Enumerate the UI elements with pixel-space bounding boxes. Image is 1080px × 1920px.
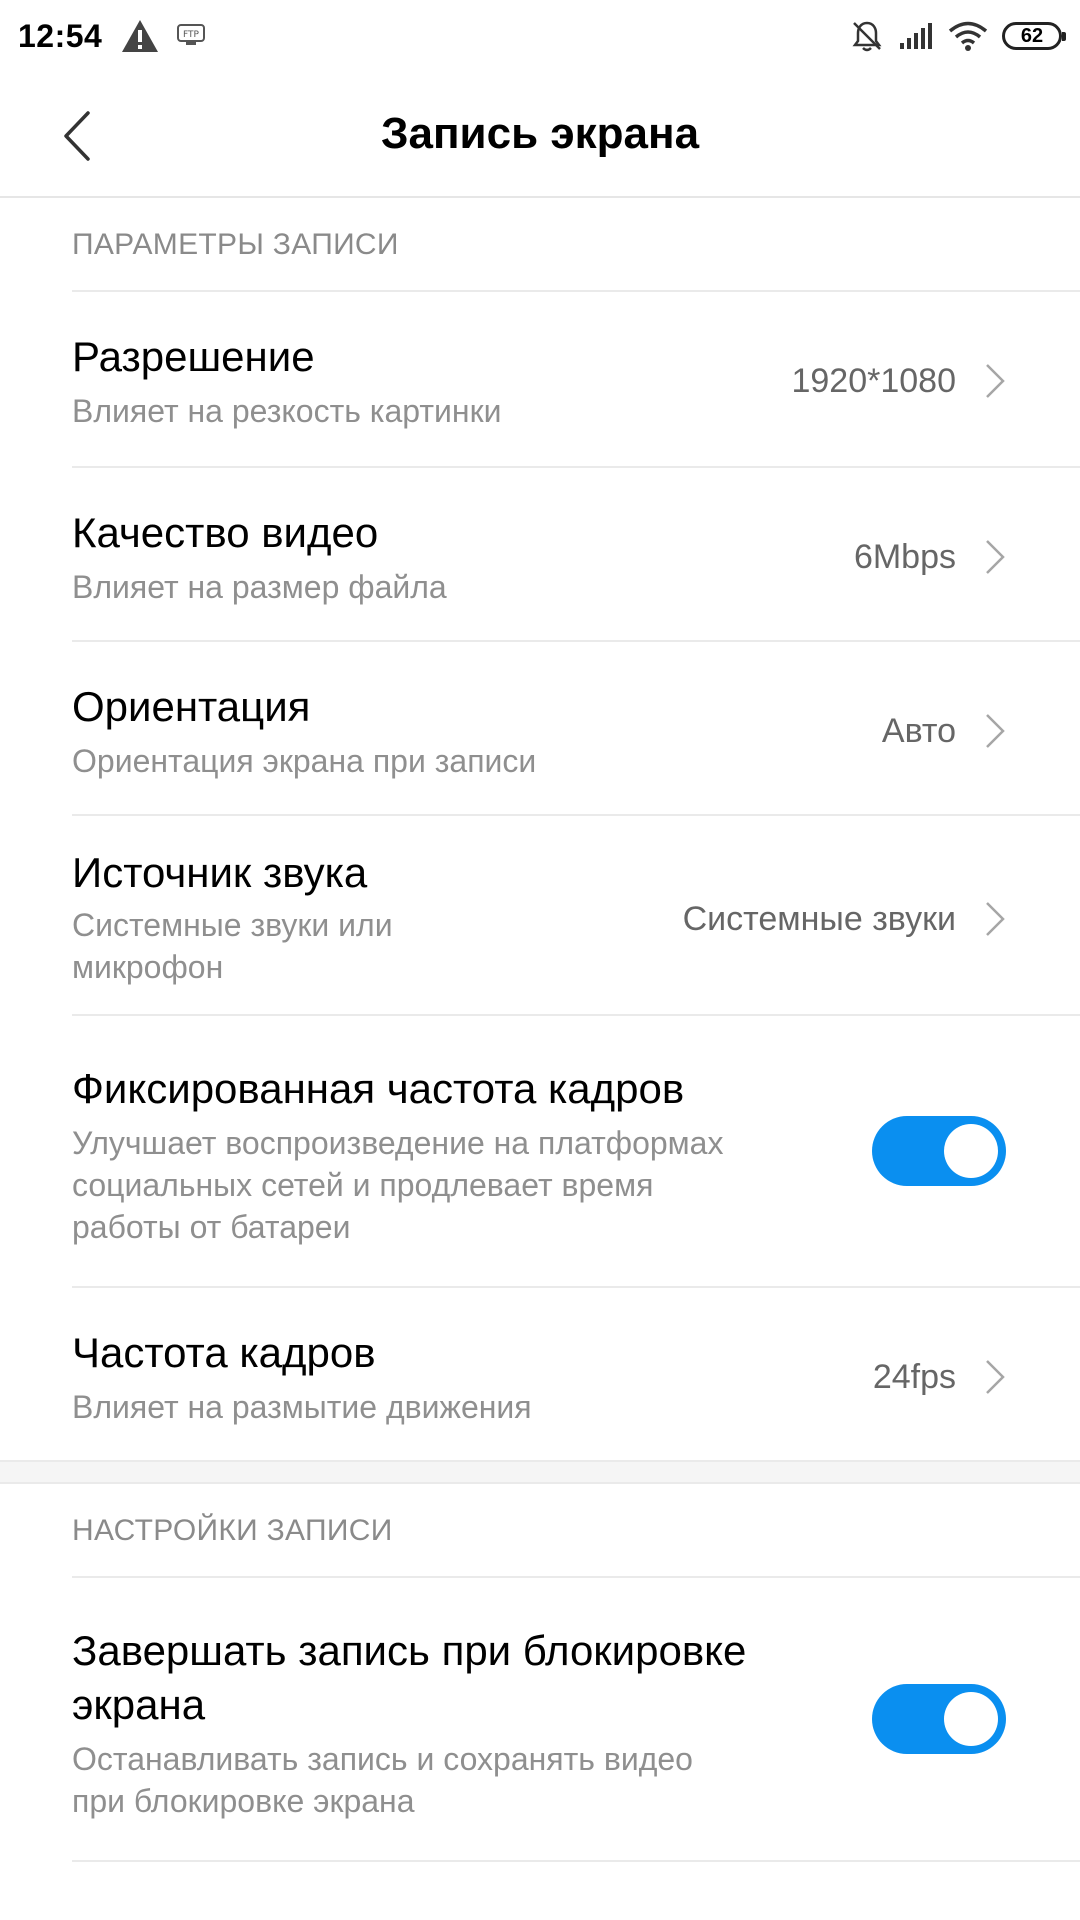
setting-title: Ориентация	[72, 683, 311, 730]
chevron-right-icon	[980, 710, 1010, 752]
setting-fixed-frame-rate: Фиксированная частота кадров Улучшает во…	[0, 1016, 1080, 1286]
page-title: Запись экрана	[380, 109, 700, 158]
status-bar: 12:54 FTP 62	[0, 0, 1080, 72]
app-header: Запись экрана	[0, 72, 1080, 198]
setting-subtitle: микрофон	[72, 949, 224, 985]
setting-resolution[interactable]: Разрешение Влияет на резкость картинки 1…	[0, 292, 1080, 466]
setting-sound-source[interactable]: Источник звука Системные звуки или микро…	[0, 816, 1080, 1014]
ftp-icon: FTP	[176, 23, 206, 49]
chevron-right-icon	[980, 536, 1010, 578]
setting-subtitle: работы от батареи	[72, 1209, 351, 1245]
chevron-right-icon	[980, 1356, 1010, 1398]
setting-stop-on-lock: Завершать запись при блокировке экрана О…	[0, 1578, 1080, 1860]
section-gap	[0, 1462, 1080, 1482]
setting-value: 1920*1080	[791, 362, 956, 400]
setting-value: Авто	[881, 712, 956, 750]
setting-subtitle: Системные звуки или	[72, 907, 393, 943]
setting-subtitle: при блокировке экрана	[72, 1783, 415, 1819]
setting-subtitle: Влияет на размер файла	[72, 569, 447, 605]
setting-title: Качество видео	[72, 509, 379, 556]
setting-title: Разрешение	[72, 333, 315, 380]
setting-subtitle: социальных сетей и продлевает время	[72, 1167, 654, 1203]
setting-frame-rate[interactable]: Частота кадров Влияет на размытие движен…	[0, 1288, 1080, 1460]
divider	[0, 1482, 1080, 1484]
setting-title: Завершать запись при блокировке	[72, 1627, 747, 1674]
setting-value: 6Mbps	[853, 538, 956, 576]
setting-video-quality[interactable]: Качество видео Влияет на размер файла 6M…	[0, 468, 1080, 640]
chevron-right-icon	[980, 898, 1010, 940]
chevron-right-icon	[980, 360, 1010, 402]
setting-orientation[interactable]: Ориентация Ориентация экрана при записи …	[0, 642, 1080, 814]
setting-title: Фиксированная частота кадров	[72, 1065, 685, 1112]
wifi-icon	[948, 20, 988, 52]
setting-value: 24fps	[872, 1358, 956, 1396]
section-label-recording-settings: НАСТРОЙКИ ЗАПИСИ	[72, 1514, 393, 1547]
setting-subtitle: Ориентация экрана при записи	[72, 743, 537, 779]
setting-subtitle: Влияет на размытие движения	[72, 1389, 532, 1425]
setting-value: Системные звуки	[682, 900, 956, 938]
toggle-knob	[944, 1124, 998, 1178]
divider	[72, 1860, 1080, 1862]
setting-subtitle: Влияет на резкость картинки	[72, 393, 502, 429]
setting-title: экрана	[72, 1681, 206, 1728]
setting-subtitle: Улучшает воспроизведение на платформах	[72, 1125, 724, 1161]
fixed-frame-rate-toggle[interactable]	[872, 1116, 1006, 1186]
signal-icon	[898, 21, 934, 51]
battery-icon: 62	[1002, 22, 1066, 50]
svg-text:FTP: FTP	[183, 30, 200, 40]
setting-title: Частота кадров	[72, 1329, 376, 1376]
warning-icon	[120, 18, 160, 54]
setting-subtitle: Останавливать запись и сохранять видео	[72, 1741, 693, 1777]
setting-title: Источник звука	[72, 849, 368, 896]
toggle-knob	[944, 1692, 998, 1746]
bell-off-icon	[850, 19, 884, 53]
battery-level: 62	[1020, 24, 1044, 47]
section-label-recording-params: ПАРАМЕТРЫ ЗАПИСИ	[72, 228, 399, 261]
status-time: 12:54	[18, 17, 103, 54]
stop-on-lock-toggle[interactable]	[872, 1684, 1006, 1754]
